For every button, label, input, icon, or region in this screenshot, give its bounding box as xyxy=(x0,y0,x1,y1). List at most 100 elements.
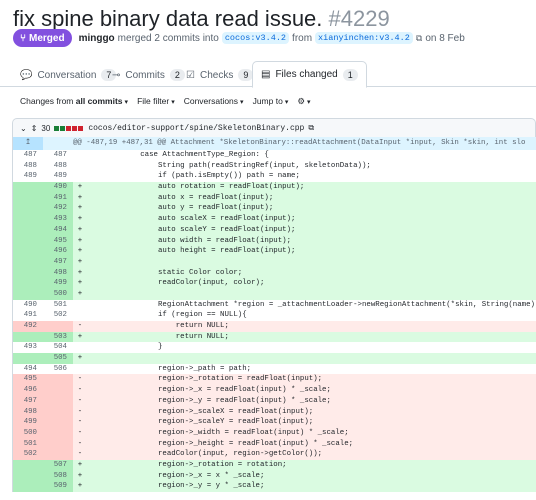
new-line-number[interactable]: 496 xyxy=(43,246,73,257)
new-line-number[interactable]: 509 xyxy=(43,481,73,492)
new-line-number[interactable]: 506 xyxy=(43,364,73,375)
old-line-number[interactable] xyxy=(13,331,43,343)
tab-conversation[interactable]: 💬 Conversation 7 xyxy=(20,64,117,86)
old-line-number[interactable]: 501 xyxy=(13,438,43,450)
added-line: 497 + xyxy=(13,256,536,268)
old-line-number[interactable]: 498 xyxy=(13,406,43,418)
new-line-number[interactable]: 490 xyxy=(43,182,73,193)
new-line-number[interactable]: 504 xyxy=(43,342,73,353)
old-line-number[interactable] xyxy=(13,203,43,215)
new-line-number[interactable]: 505 xyxy=(43,353,73,364)
old-line-number[interactable]: 488 xyxy=(13,161,43,172)
old-line-number[interactable] xyxy=(13,224,43,236)
jump-to-dropdown[interactable]: Jump to ▾ xyxy=(253,96,289,106)
expand-up-icon[interactable]: ↥ xyxy=(13,137,43,150)
added-line: 499 + readColor(input, color); xyxy=(13,278,536,289)
tab-commits[interactable]: ⊸ Commits 2 xyxy=(112,64,185,86)
old-line-number[interactable]: 496 xyxy=(13,385,43,396)
collapse-chevron-icon[interactable]: ⌄ xyxy=(20,124,27,133)
diff-sign: - xyxy=(73,321,87,332)
conversations-dropdown[interactable]: Conversations ▾ xyxy=(184,96,244,106)
context-line: 491 502 if (region == NULL){ xyxy=(13,310,536,321)
new-line-number[interactable] xyxy=(43,417,73,428)
diff-sign: + xyxy=(73,182,87,193)
old-line-number[interactable] xyxy=(13,214,43,225)
old-line-number[interactable]: 494 xyxy=(13,364,43,375)
old-line-number[interactable]: 497 xyxy=(13,395,43,407)
new-line-number[interactable]: 487 xyxy=(43,150,73,161)
new-line-number[interactable]: 503 xyxy=(43,331,73,343)
base-branch[interactable]: cocos:v3.4.2 xyxy=(221,32,290,44)
old-line-number[interactable] xyxy=(13,182,43,193)
expand-all-icon[interactable]: ⇕ xyxy=(31,124,38,133)
new-line-number[interactable] xyxy=(43,385,73,396)
file-filter-dropdown[interactable]: File filter ▾ xyxy=(137,96,175,106)
author-link[interactable]: minggo xyxy=(79,33,115,44)
new-line-number[interactable] xyxy=(43,395,73,407)
new-line-number[interactable]: 500 xyxy=(43,288,73,300)
old-line-number[interactable]: 493 xyxy=(13,342,43,353)
old-line-number[interactable] xyxy=(13,459,43,471)
old-line-number[interactable]: 495 xyxy=(13,374,43,386)
added-line: 505 + xyxy=(13,353,536,364)
new-line-number[interactable] xyxy=(43,438,73,450)
old-line-number[interactable]: 500 xyxy=(13,427,43,439)
old-line-number[interactable] xyxy=(13,192,43,204)
new-line-number[interactable]: 502 xyxy=(43,310,73,321)
old-line-number[interactable] xyxy=(13,246,43,257)
copy-path-icon[interactable]: ⧉ xyxy=(308,123,314,133)
context-line: 489 489 if (path.isEmpty()) path = name; xyxy=(13,171,536,182)
file-header: ⌄ ⇕ 30 cocos/editor-support/spine/Skelet… xyxy=(12,118,536,137)
old-line-number[interactable] xyxy=(13,481,43,492)
code-line: region->_y = readFloat(input) * _scale; xyxy=(87,395,536,407)
old-line-number[interactable] xyxy=(13,470,43,482)
old-line-number[interactable]: 491 xyxy=(13,310,43,321)
copy-icon[interactable]: ⧉ xyxy=(416,33,422,44)
deleted-line: 498 - region->_scaleX = readFloat(input); xyxy=(13,406,536,418)
new-line-number[interactable]: 494 xyxy=(43,224,73,236)
old-line-number[interactable] xyxy=(13,278,43,289)
old-line-number[interactable]: 487 xyxy=(13,150,43,161)
old-line-number[interactable] xyxy=(13,288,43,300)
tab-checks[interactable]: ☑ Checks 9 xyxy=(186,64,254,86)
old-line-number[interactable]: 489 xyxy=(13,171,43,182)
old-line-number[interactable]: 502 xyxy=(13,449,43,460)
new-line-number[interactable]: 488 xyxy=(43,161,73,172)
new-line-number[interactable] xyxy=(43,427,73,439)
new-line-number[interactable]: 489 xyxy=(43,171,73,182)
file-path[interactable]: cocos/editor-support/spine/SkeletonBinar… xyxy=(88,124,304,133)
new-line-number[interactable]: 492 xyxy=(43,203,73,215)
new-line-number[interactable]: 497 xyxy=(43,256,73,268)
new-line-number[interactable] xyxy=(43,449,73,460)
code-line: auto scaleY = readFloat(input); xyxy=(87,224,536,236)
added-line: 490 + auto rotation = readFloat(input); xyxy=(13,182,536,193)
deleted-line: 496 - region->_x = readFloat(input) * _sc… xyxy=(13,385,536,396)
deleted-line: 492 - return NULL; xyxy=(13,321,536,332)
new-line-number[interactable] xyxy=(43,374,73,386)
new-line-number[interactable] xyxy=(43,406,73,418)
old-line-number[interactable] xyxy=(13,256,43,268)
new-line-number[interactable]: 498 xyxy=(43,267,73,279)
code-line: auto x = readFloat(input); xyxy=(87,192,536,204)
old-line-number[interactable]: 492 xyxy=(13,321,43,332)
old-line-number[interactable] xyxy=(13,267,43,279)
new-line-number[interactable]: 495 xyxy=(43,235,73,247)
old-line-number[interactable]: 499 xyxy=(13,417,43,428)
old-line-number[interactable] xyxy=(13,235,43,247)
tab-files-changed[interactable]: ▤ Files changed 1 xyxy=(252,61,367,88)
code-line: region->_rotation = readFloat(input); xyxy=(87,374,536,386)
new-line-number[interactable]: 501 xyxy=(43,300,73,311)
old-line-number[interactable] xyxy=(13,353,43,364)
file-diff-icon: ▤ xyxy=(261,69,271,80)
new-line-number[interactable]: 493 xyxy=(43,214,73,225)
head-branch[interactable]: xianyinchen:v3.4.2 xyxy=(315,32,413,44)
new-line-number[interactable]: 499 xyxy=(43,278,73,289)
new-line-number[interactable] xyxy=(43,321,73,332)
changes-from-dropdown[interactable]: Changes from all commits ▾ xyxy=(20,96,128,106)
new-line-number[interactable]: 491 xyxy=(43,192,73,204)
new-line-number[interactable]: 508 xyxy=(43,470,73,482)
old-line-number[interactable]: 490 xyxy=(13,300,43,311)
new-line-number[interactable]: 507 xyxy=(43,459,73,471)
code-line: if (region == NULL){ xyxy=(87,311,247,320)
settings-gear-icon[interactable]: ⚙ ▾ xyxy=(297,96,310,107)
